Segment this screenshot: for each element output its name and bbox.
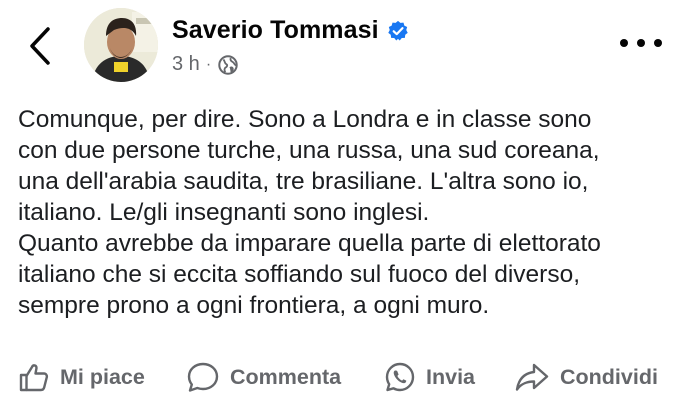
comment-label: Commenta	[230, 364, 342, 389]
more-dots-icon	[620, 39, 628, 47]
comment-bubble-icon	[187, 362, 219, 392]
post-line: Quanto avrebbe da imparare quella parte …	[18, 230, 601, 257]
post-line: Comunque, per dire. Sono a Londra e in c…	[18, 106, 592, 133]
avatar-image	[84, 8, 158, 82]
whatsapp-icon	[385, 362, 415, 392]
back-button[interactable]	[22, 24, 58, 68]
post-timestamp[interactable]: 3 h	[172, 53, 200, 76]
post-header: Saverio Tommasi 3 h ·	[0, 0, 680, 100]
more-options-button[interactable]	[620, 32, 662, 54]
author-name[interactable]: Saverio Tommasi	[172, 16, 379, 45]
like-label: Mi piace	[60, 364, 145, 389]
share-arrow-icon	[515, 363, 549, 391]
post-text: Comunque, per dire. Sono a Londra e in c…	[18, 104, 668, 321]
action-bar: Mi piace Commenta Invia Condividi	[0, 352, 680, 402]
meta-separator: ·	[205, 55, 212, 73]
post-line: una dell'arabia saudita, tre brasiliane.…	[18, 168, 589, 195]
verified-badge-icon	[387, 20, 408, 41]
share-button[interactable]: Condividi	[514, 352, 658, 402]
avatar[interactable]	[84, 8, 158, 82]
thumbs-up-icon	[19, 364, 49, 392]
chevron-left-icon	[30, 27, 50, 65]
send-button[interactable]: Invia	[384, 352, 475, 402]
share-label: Condividi	[560, 364, 658, 389]
post-line: sempre prono a ogni frontiera, a ogni mu…	[18, 292, 490, 319]
globe-icon[interactable]	[217, 54, 239, 76]
send-label: Invia	[426, 364, 475, 389]
post-line: italiano che si eccita soffiando sul fuo…	[18, 261, 581, 288]
post-line: italiano. Le/gli insegnanti sono inglesi…	[18, 199, 430, 226]
comment-button[interactable]: Commenta	[186, 352, 341, 402]
post-line: con due persone turche, una russa, una s…	[18, 137, 600, 164]
like-button[interactable]: Mi piace	[18, 352, 145, 402]
